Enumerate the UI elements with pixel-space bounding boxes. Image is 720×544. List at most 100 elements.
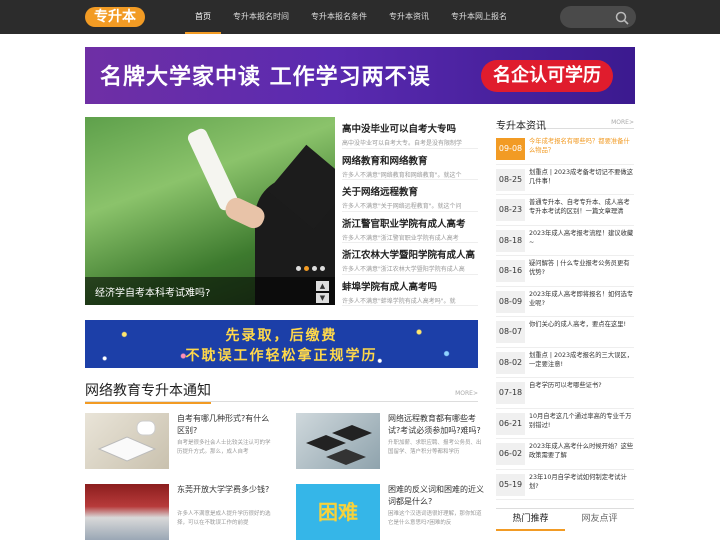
news-title[interactable]: 网络教育和网络教育 [342,153,478,167]
card-title[interactable]: 自考有哪几种形式?有什么区别? [177,413,275,437]
sidebar-tabs: 热门推荐 网友点评 [496,508,634,540]
nav-home[interactable]: 首页 [185,0,221,34]
slider-dot-active[interactable] [304,266,309,271]
top-navbar: 专升本 首页 专升本报名时间 专升本报名条件 专升本资讯 专升本网上报名 [0,0,720,34]
item-title[interactable]: 2023年成人高考即将报名！如何选专业呢? [529,290,634,308]
item-title[interactable]: 你们关心的成人高考，要点在这里! [529,320,634,329]
nav-registration-time[interactable]: 专升本报名时间 [223,0,299,34]
slider-dots [296,266,328,271]
section-header: 网络教育专升本通知 MORE> [85,380,478,404]
list-item[interactable]: 08-16 疑问解答 | 什么专业报考公务员更有优势? [496,256,634,287]
slider-dot[interactable] [296,266,301,271]
article-card[interactable]: 自考有哪几种形式?有什么区别? 自考是很多社会人士比较关注认可的学历提升方式。那… [85,413,275,473]
item-date: 07-18 [496,382,525,404]
list-item[interactable]: 08-09 2023年成人高考即将报名！如何选专业呢? [496,287,634,317]
tab-user-reviews[interactable]: 网友点评 [565,509,634,531]
section-title: 网络教育专升本通知 [85,382,211,404]
item-date: 08-07 [496,321,525,343]
news-title[interactable]: 蚌埠学院有成人高考吗 [342,279,478,293]
list-item[interactable]: 05-19 23年10月自学考试如何制定考试计划? [496,470,634,500]
sidebar-more-link[interactable]: MORE> [611,119,634,126]
list-item[interactable]: 08-18 2023年成人高考报考流程！建议收藏~ [496,226,634,256]
card-title[interactable]: 网络远程教育都有哪些考试?考试必须参加吗?难吗? [388,413,486,437]
news-desc: 许多人不满意"网络教育和网络教育"。就这个 [342,171,462,179]
section-more-link[interactable]: MORE> [455,390,478,397]
nav-registration-requirements[interactable]: 专升本报名条件 [301,0,377,34]
item-date: 05-19 [496,473,525,496]
item-title[interactable]: 疑问解答 | 什么专业报考公务员更有优势? [529,259,634,277]
card-desc: 许多人不满意是成人提升学历很好的选择，可以在不耽误工作的前提 [177,511,271,526]
news-title[interactable]: 浙江农林大学暨阳学院有成人高 [342,247,478,261]
item-title[interactable]: 划重点 | 2023成考备考切记不要做这几件事！ [529,168,634,186]
item-date: 06-21 [496,412,525,435]
card-desc: 困难这个汉语词语很好理解，那你知道它是什么意思吗?困难的反 [388,511,482,526]
tab-hot-recommend[interactable]: 热门推荐 [496,509,565,531]
search-icon[interactable] [615,10,629,29]
banner-text: 名牌大学家中读 工作学习两不误 [100,65,431,90]
slider-prev-button[interactable]: ▲ [316,281,329,291]
ad-line-2: 不耽误工作轻松拿正规学历 [185,348,378,364]
list-item[interactable]: 08-25 划重点 | 2023成考备考切记不要做这几件事！ [496,165,634,195]
news-title[interactable]: 浙江警官职业学院有成人高考 [342,216,478,230]
list-item[interactable]: 08-07 你们关心的成人高考，要点在这里! [496,317,634,348]
slider-caption[interactable]: 经济学自考本科考试难吗? [95,284,210,299]
nav-online-registration[interactable]: 专升本网上报名 [441,0,517,34]
item-title[interactable]: 自考学历可以考哪些证书? [529,381,634,390]
article-card[interactable]: 困难 困难的反义词和困难的近义词都是什么? 困难这个汉语词语很好理解，那你知道它… [296,484,486,544]
list-item[interactable]: 09-08 今年成考报名有哪些吗？都要准备什么物品？ [496,134,634,165]
campus-image [85,484,169,540]
item-date: 09-08 [496,138,525,160]
sidebar-header: 专升本资讯 MORE> [496,114,634,132]
item-date: 06-02 [496,443,525,465]
middle-banner-ad[interactable]: 先录取，后缴费 不耽误工作轻松拿正规学历 [85,320,478,368]
list-item[interactable]: 06-21 10月自考这几个通过率高的专业千万别错过! [496,409,634,439]
item-title[interactable]: 今年成考报名有哪些吗？都要准备什么物品？ [529,137,634,155]
slider-next-button[interactable]: ▼ [316,293,329,303]
card-desc: 自考是很多社会人士比较关注认可的学历提升方式。那么，成人自考 [177,440,271,455]
item-title[interactable]: 普通专升本、自考专升本、成人高考专升本考试的区别！一篇文章理清 [529,198,634,216]
search-input[interactable] [560,6,636,28]
card-title[interactable]: 困难的反义词和困难的近义词都是什么? [388,484,486,508]
article-card[interactable]: 网络远程教育都有哪些考试?考试必须参加吗?难吗? 升职加薪、求职应聘、报考公务员… [296,413,486,473]
list-item[interactable]: 浙江农林大学暨阳学院有成人高 许多人不满意"浙江农林大学暨阳学院有成人高 [342,243,478,275]
news-title[interactable]: 高中没毕业可以自考大专吗 [342,121,478,135]
item-title[interactable]: 2023年成人高考报考流程！建议收藏~ [529,229,634,247]
news-desc: 许多人不满意"浙江警官职业学院有成人高考 [342,234,459,242]
item-title[interactable]: 10月自考这几个通过率高的专业千万别错过! [529,412,634,430]
sidebar-news-list: 09-08 今年成考报名有哪些吗？都要准备什么物品？ 08-25 划重点 | 202… [496,134,634,500]
nav-news[interactable]: 专升本资讯 [379,0,439,34]
slider-arrows: ▲ ▼ [316,281,329,305]
item-date: 08-25 [496,168,525,191]
news-desc: 高中没毕业可以自考大专。自考是没有限制学 [342,140,463,147]
article-card[interactable]: 东莞开放大学学费多少钱? 许多人不满意是成人提升学历很好的选择，可以在不耽误工作… [85,484,275,544]
list-item[interactable]: 07-18 自考学历可以考哪些证书? [496,378,634,409]
item-date: 08-16 [496,260,525,282]
site-logo[interactable]: 专升本 [85,7,145,27]
item-date: 08-18 [496,229,525,252]
slider-dot[interactable] [312,266,317,271]
graduation-caps-image [296,413,380,469]
banner-pill: 名企认可学历 [481,60,613,92]
list-item[interactable]: 高中没毕业可以自考大专吗 高中没毕业可以自考大专。自考是没有限制学 [342,117,478,149]
ad-line-1: 先录取，后缴费 [225,328,338,344]
news-desc: 许多人不满意"浙江农林大学暨阳学院有成人高 [342,266,465,273]
list-item[interactable]: 网络教育和网络教育 许多人不满意"网络教育和网络教育"。就这个 [342,149,478,180]
card-title[interactable]: 东莞开放大学学费多少钱? [177,484,275,496]
item-title[interactable]: 23年10月自学考试如何制定考试计划? [529,473,634,491]
list-item[interactable]: 关于网络远程教育 许多人不满意"关于网络远程教育"。就这个问 [342,180,478,212]
list-item[interactable]: 06-02 2023年成人高考什么时候开始？这些政策需要了解 [496,439,634,470]
main-nav: 首页 专升本报名时间 专升本报名条件 专升本资讯 专升本网上报名 [185,0,519,34]
slider-dot[interactable] [320,266,325,271]
list-item[interactable]: 蚌埠学院有成人高考吗 许多人不满意"蚌埠学院有成人高考吗"。就 [342,275,478,306]
list-item[interactable]: 08-02 划重点 | 2023成考报名的三大误区，一定要注意! [496,348,634,378]
list-item[interactable]: 08-23 普通专升本、自考专升本、成人高考专升本考试的区别！一篇文章理清 [496,195,634,226]
news-desc: 许多人不满意"蚌埠学院有成人高考吗"。就 [342,297,456,305]
book-image [85,413,169,469]
item-date: 08-02 [496,351,525,374]
item-title[interactable]: 2023年成人高考什么时候开始？这些政策需要了解 [529,442,634,460]
item-date: 08-09 [496,290,525,313]
list-item[interactable]: 浙江警官职业学院有成人高考 许多人不满意"浙江警官职业学院有成人高考 [342,212,478,243]
news-title[interactable]: 关于网络远程教育 [342,184,478,198]
item-title[interactable]: 划重点 | 2023成考报名的三大误区，一定要注意! [529,351,634,369]
top-banner-ad[interactable]: 名牌大学家中读 工作学习两不误 名企认可学历 [85,47,635,104]
